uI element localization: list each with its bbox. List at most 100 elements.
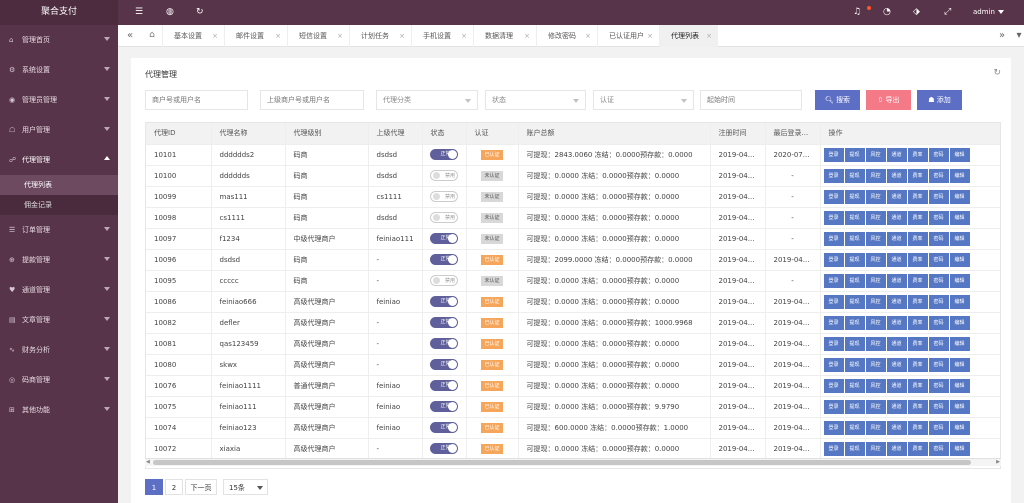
action-button-2[interactable]: 风控 [865,294,886,309]
close-icon[interactable]: × [524,25,530,47]
sidebar-item-7[interactable]: ♥ 通道管理 [0,275,118,305]
action-button-5[interactable]: 密码 [928,336,949,351]
action-button-4[interactable]: 费率 [907,399,928,414]
action-button-3[interactable]: 通道 [886,399,907,414]
action-button-2[interactable]: 风控 [865,357,886,372]
close-icon[interactable]: × [647,25,653,47]
action-button-0[interactable]: 登录 [823,336,844,351]
action-button-2[interactable]: 风控 [865,147,886,162]
action-button-1[interactable]: 提现 [844,336,865,351]
action-button-4[interactable]: 费率 [907,441,928,456]
action-button-0[interactable]: 登录 [823,252,844,267]
action-button-1[interactable]: 提现 [844,273,865,288]
action-button-4[interactable]: 费率 [907,357,928,372]
close-icon[interactable]: × [399,25,405,47]
action-button-3[interactable]: 通道 [886,252,907,267]
action-button-3[interactable]: 通道 [886,336,907,351]
action-button-6[interactable]: 编辑 [949,210,970,225]
action-button-4[interactable]: 费率 [907,252,928,267]
action-button-5[interactable]: 密码 [928,399,949,414]
action-button-6[interactable]: 编辑 [949,294,970,309]
action-button-4[interactable]: 费率 [907,231,928,246]
parent-search-input[interactable] [260,90,364,110]
tabs-menu-icon[interactable]: ▾ [1010,25,1024,47]
sidebar-item-9[interactable]: ∿ 财务分析 [0,335,118,365]
page-size-select[interactable]: 15条 [223,479,268,495]
status-toggle[interactable]: 禁用 [430,275,458,286]
action-button-1[interactable]: 提现 [844,252,865,267]
next-page-button[interactable]: 下一页 [185,479,217,495]
action-button-6[interactable]: 编辑 [949,441,970,456]
search-button[interactable]: 🔍︎ 搜索 [815,90,860,110]
action-button-3[interactable]: 通道 [886,189,907,204]
action-button-4[interactable]: 费率 [907,189,928,204]
action-button-0[interactable]: 登录 [823,399,844,414]
action-button-2[interactable]: 风控 [865,252,886,267]
status-toggle[interactable]: 正常 [430,296,458,307]
action-button-0[interactable]: 登录 [823,357,844,372]
refresh-icon[interactable]: ↻ [196,7,204,18]
action-button-6[interactable]: 编辑 [949,336,970,351]
horizontal-scrollbar[interactable]: ◀ ▶ [145,458,1001,466]
action-button-5[interactable]: 密码 [928,252,949,267]
action-button-4[interactable]: 费率 [907,168,928,183]
status-toggle[interactable]: 禁用 [430,170,458,181]
tab-2[interactable]: 短信设置 × [287,25,349,47]
sidebar-item-5[interactable]: ☰ 订单管理 [0,215,118,245]
action-button-3[interactable]: 通道 [886,357,907,372]
status-toggle[interactable]: 正常 [430,401,458,412]
close-icon[interactable]: × [706,25,712,47]
account-search-input[interactable] [145,90,248,110]
action-button-6[interactable]: 编辑 [949,252,970,267]
scroll-left-arrow-icon[interactable]: ◀ [146,459,150,466]
export-button[interactable]: ⇧ 导出 [866,90,911,110]
status-toggle[interactable]: 正常 [430,422,458,433]
action-button-2[interactable]: 风控 [865,378,886,393]
action-button-0[interactable]: 登录 [823,210,844,225]
tab-6[interactable]: 修改密码 × [536,25,597,47]
action-button-2[interactable]: 风控 [865,273,886,288]
action-button-1[interactable]: 提现 [844,420,865,435]
action-button-2[interactable]: 风控 [865,336,886,351]
sidebar-item-4[interactable]: ☍ 代理管理 [0,145,118,175]
tab-3[interactable]: 计划任务 × [349,25,411,47]
action-button-5[interactable]: 密码 [928,147,949,162]
sidebar-item-11[interactable]: ⊞ 其他功能 [0,395,118,425]
status-toggle[interactable]: 正常 [430,149,458,160]
action-button-1[interactable]: 提现 [844,378,865,393]
page-button-2[interactable]: 2 [165,479,183,495]
action-button-5[interactable]: 密码 [928,273,949,288]
status-toggle[interactable]: 禁用 [430,212,458,223]
action-button-4[interactable]: 费率 [907,273,928,288]
action-button-6[interactable]: 编辑 [949,399,970,414]
action-button-3[interactable]: 通道 [886,441,907,456]
action-button-3[interactable]: 通道 [886,420,907,435]
sidebar-item-6[interactable]: ⊕ 提款管理 [0,245,118,275]
close-icon[interactable]: × [461,25,467,47]
tabs-scroll-left-icon[interactable]: « [121,25,139,47]
action-button-6[interactable]: 编辑 [949,357,970,372]
page-button-1[interactable]: 1 [145,479,163,495]
category-select[interactable]: 代理分类 [376,90,478,110]
action-button-0[interactable]: 登录 [823,378,844,393]
cert-select[interactable]: 认证 [593,90,694,110]
close-icon[interactable]: × [275,25,281,47]
action-button-1[interactable]: 提现 [844,168,865,183]
sidebar-subitem-1[interactable]: 佣金记录 [0,195,118,215]
dashboard-icon[interactable]: ◔ [883,7,891,18]
tag-icon[interactable]: ⬗ [913,7,920,18]
status-toggle[interactable]: 正常 [430,338,458,349]
sidebar-item-3[interactable]: ☖ 用户管理 [0,115,118,145]
action-button-3[interactable]: 通道 [886,315,907,330]
action-button-2[interactable]: 风控 [865,231,886,246]
action-button-0[interactable]: 登录 [823,294,844,309]
action-button-6[interactable]: 编辑 [949,420,970,435]
action-button-1[interactable]: 提现 [844,210,865,225]
action-button-4[interactable]: 费率 [907,147,928,162]
tab-8[interactable]: 代理列表 × [659,25,718,47]
sidebar-item-2[interactable]: ◉ 管理员管理 [0,85,118,115]
menu-toggle-icon[interactable]: ☰ [135,7,143,18]
action-button-1[interactable]: 提现 [844,315,865,330]
add-button[interactable]: ☗ 添加 [917,90,962,110]
action-button-2[interactable]: 风控 [865,420,886,435]
